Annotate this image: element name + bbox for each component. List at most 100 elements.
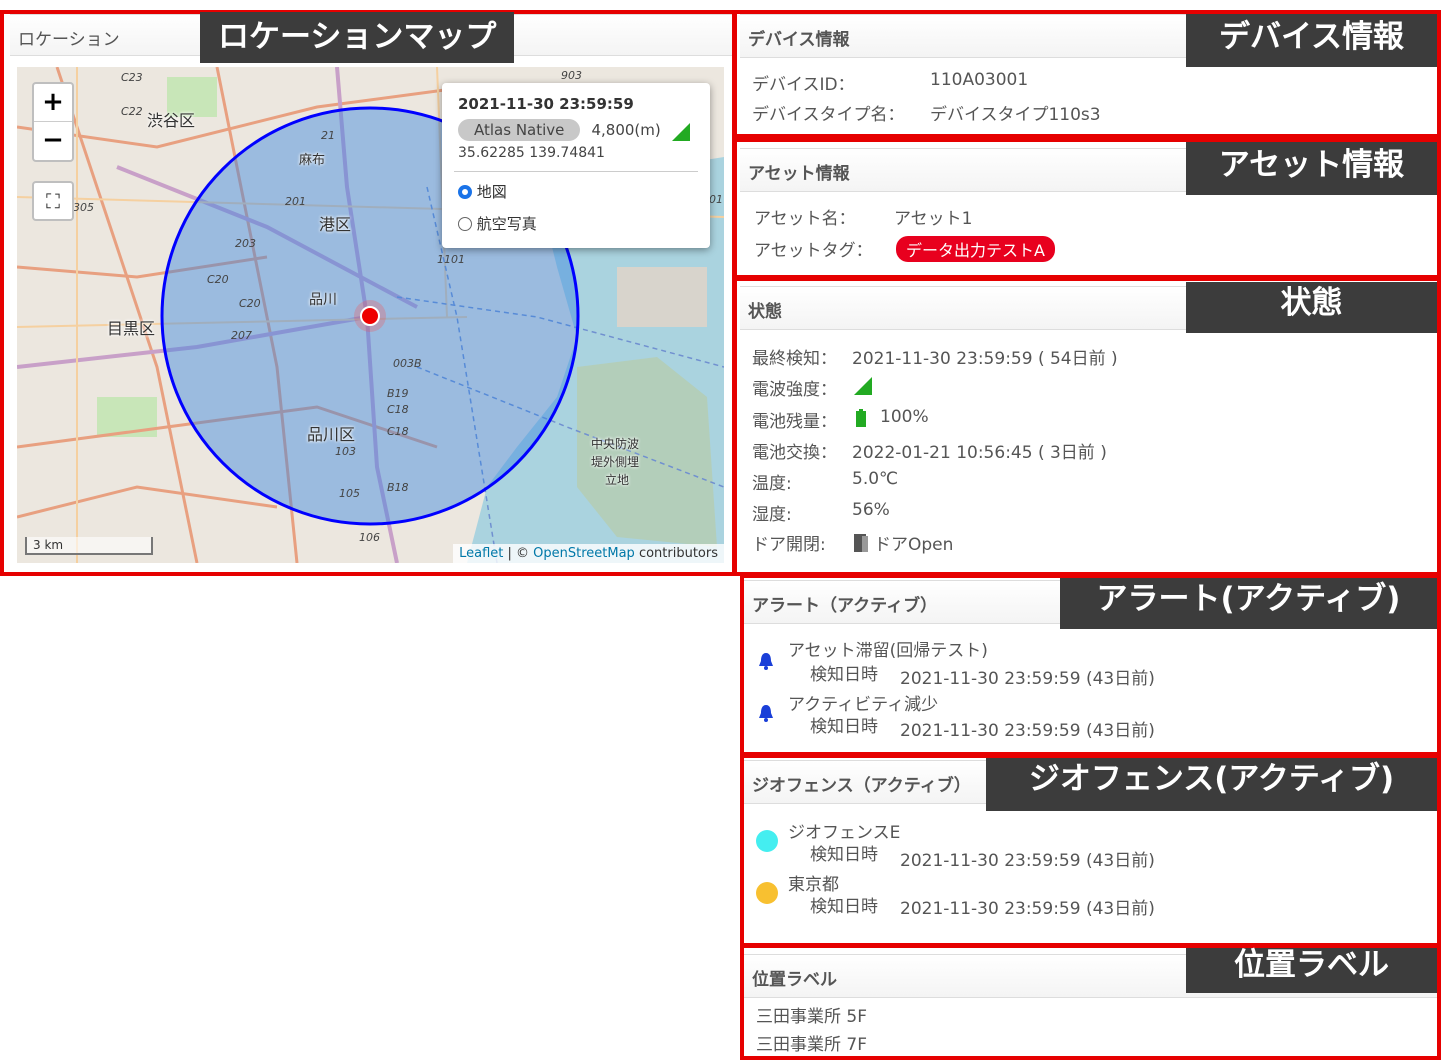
temp-value: 5.0℃ <box>852 469 899 489</box>
geofence-color-dot <box>756 882 778 904</box>
device-marker <box>360 306 380 326</box>
route-number: C22 <box>121 105 143 118</box>
map-label: 立地 <box>605 473 630 487</box>
route-number: B18 <box>387 481 409 494</box>
geofence-color-dot <box>756 830 778 852</box>
battery-value: 100% <box>880 407 929 427</box>
asset-tag: アセット情報 <box>1186 142 1437 195</box>
route-number: 21 <box>321 129 335 142</box>
battery-label: 電池残量： <box>752 412 837 432</box>
humidity-row: 湿度: 56% <box>752 500 1392 525</box>
temp-row: 温度: 5.0℃ <box>752 469 1392 494</box>
device-type-row: デバイスタイプ名： デバイスタイプ110s3 <box>752 100 1352 125</box>
layer-aerial-option[interactable]: 航空写真 <box>458 213 537 234</box>
fullscreen-button[interactable]: ⛶ <box>32 181 74 221</box>
zoom-in-button[interactable]: + <box>34 84 72 122</box>
asset-name-value: アセット1 <box>894 209 973 229</box>
location-tag: ロケーションマップ <box>200 12 515 63</box>
geofence-item[interactable]: 東京都 検知日時 2021-11-30 23:59:59 (43日前) <box>744 870 1344 922</box>
signal-strength-icon <box>854 377 872 395</box>
popup-coords: 35.62285 139.74841 <box>458 145 605 161</box>
map-label: 中央防波 <box>591 437 640 451</box>
route-number: 203 <box>235 237 256 250</box>
door-value: ドアOpen <box>874 535 954 555</box>
geofence-item[interactable]: ジオフェンスE 検知日時 2021-11-30 23:59:59 (43日前) <box>744 818 1344 871</box>
battery-icon <box>856 409 866 427</box>
osm-link[interactable]: OpenStreetMap <box>533 546 635 561</box>
battery-row: 電池残量： 100% <box>752 407 1392 432</box>
route-number: 003B <box>393 357 422 370</box>
route-number: 103 <box>335 445 356 458</box>
geofence-detect-label: 検知日時 <box>810 845 878 865</box>
location-popup: 2021-11-30 23:59:59 Atlas Native 4,800(m… <box>442 83 710 248</box>
signal-label: 電波強度： <box>752 380 837 400</box>
accuracy-value: 4,800(m) <box>591 121 661 139</box>
bell-icon <box>759 705 773 722</box>
temp-label: 温度: <box>752 474 792 494</box>
attribution-tail: contributors <box>634 546 718 561</box>
route-number: 201 <box>285 195 306 208</box>
geofence-detect-value: 2021-11-30 23:59:59 (43日前) <box>900 899 1155 919</box>
geofence-tag: ジオフェンス(アクティブ) <box>986 758 1437 811</box>
map-scale: 3 km <box>25 537 153 555</box>
device-type-value: デバイスタイプ110s3 <box>930 105 1101 125</box>
asset-tag-label: アセットタグ： <box>754 241 873 261</box>
alert-detect-value: 2021-11-30 23:59:59 (43日前) <box>900 721 1155 741</box>
alert-detect-label: 検知日時 <box>810 665 878 685</box>
location-map[interactable]: 渋谷区 麻布 港区 品川 目黒区 品川区 中央防波 堤外側埋 立地 C23 C2… <box>17 67 724 563</box>
layer-map-option[interactable]: 地図 <box>458 181 507 202</box>
route-number: 305 <box>73 201 94 214</box>
alert-name: アセット滞留(回帰テスト) <box>788 641 988 661</box>
door-label: ドア開閉: <box>752 535 826 555</box>
alert-item[interactable]: アセット滞留(回帰テスト) 検知日時 2021-11-30 23:59:59 (… <box>744 636 1344 689</box>
signal-row: 電波強度： <box>752 375 1392 400</box>
attribution-separator: | © <box>503 546 534 561</box>
zoom-out-button[interactable]: − <box>34 122 72 160</box>
asset-name-label: アセット名： <box>754 209 856 229</box>
map-label: 品川 <box>309 292 337 308</box>
route-number: 105 <box>339 487 360 500</box>
map-label: 堤外側埋 <box>591 455 640 469</box>
geofence-detect-value: 2021-11-30 23:59:59 (43日前) <box>900 851 1155 871</box>
popup-timestamp: 2021-11-30 23:59:59 <box>458 95 634 113</box>
alert-detect-label: 検知日時 <box>810 717 878 737</box>
map-attribution: Leaflet | © OpenStreetMap contributors <box>453 544 724 563</box>
device-id-value: 110A03001 <box>930 70 1029 90</box>
door-open-icon <box>854 534 868 552</box>
device-type-label: デバイスタイプ名： <box>752 105 905 125</box>
humidity-value: 56% <box>852 500 890 520</box>
route-number: 01 <box>709 193 723 206</box>
zoom-control: + − <box>32 82 74 162</box>
radio-checked-icon[interactable] <box>458 185 472 199</box>
last-detect-row: 最終検知： 2021-11-30 23:59:59 ( 54日前 ) <box>752 344 1392 369</box>
asset-name-row: アセット名： アセット1 <box>754 204 1354 229</box>
alert-detect-value: 2021-11-30 23:59:59 (43日前) <box>900 669 1155 689</box>
last-detect-value: 2021-11-30 23:59:59 ( 54日前 ) <box>852 349 1118 369</box>
radio-unchecked-icon[interactable] <box>458 217 472 231</box>
layer-map-label: 地図 <box>476 183 507 201</box>
asset-tag-row: アセットタグ： データ出力テストA <box>754 236 1354 262</box>
battery-change-row: 電池交換： 2022-01-21 10:56:45 ( 3日前 ) <box>752 438 1392 463</box>
position-label-item: 三田事業所 7F <box>756 1035 867 1055</box>
position-labels-tag: 位置ラベル <box>1186 948 1437 993</box>
asset-tag-badge[interactable]: データ出力テストA <box>896 236 1055 262</box>
route-number: B19 <box>387 387 409 400</box>
source-badge: Atlas Native <box>458 119 581 141</box>
layer-aerial-label: 航空写真 <box>476 215 537 233</box>
battery-change-value: 2022-01-21 10:56:45 ( 3日前 ) <box>852 443 1107 463</box>
signal-icon <box>672 123 690 141</box>
map-label: 麻布 <box>299 153 326 168</box>
route-number: 207 <box>231 329 252 342</box>
position-label-item: 三田事業所 5F <box>756 1007 867 1027</box>
route-number: C18 <box>387 425 409 438</box>
alerts-tag: アラート(アクティブ) <box>1060 578 1437 629</box>
geofence-detect-label: 検知日時 <box>810 897 878 917</box>
leaflet-link[interactable]: Leaflet <box>459 546 503 561</box>
alert-item[interactable]: アクティビティ減少 検知日時 2021-11-30 23:59:59 (43日前… <box>744 690 1344 742</box>
map-label: 目黒区 <box>107 319 156 338</box>
device-tag: デバイス情報 <box>1186 14 1437 67</box>
route-number: 1101 <box>437 253 465 266</box>
battery-change-label: 電池交換： <box>752 443 837 463</box>
status-tag: 状態 <box>1186 282 1437 333</box>
fullscreen-icon: ⛶ <box>46 189 60 213</box>
